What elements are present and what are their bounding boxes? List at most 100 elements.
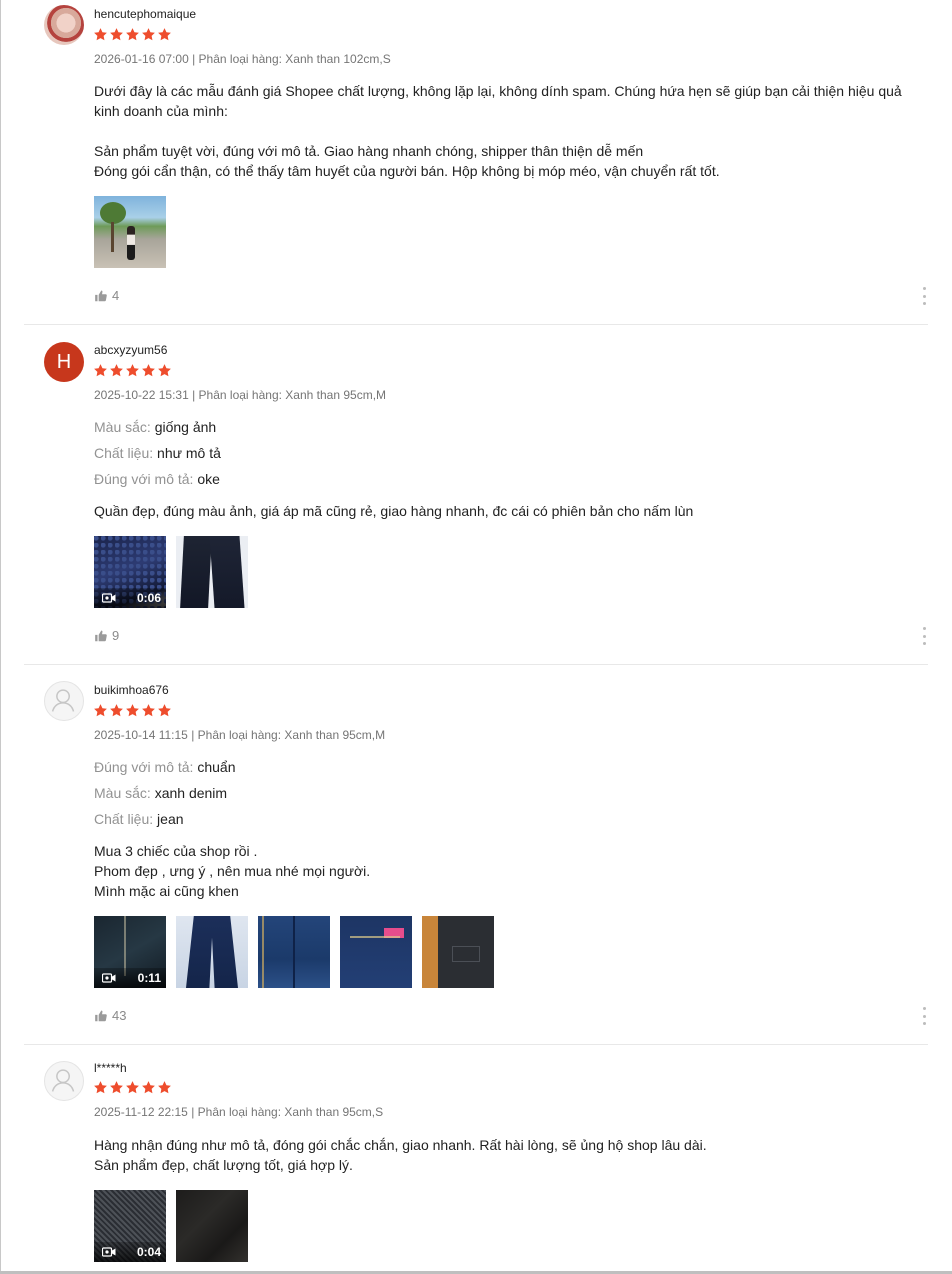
review-item: H abcxyzyum56 2025-10-22 15:31 | Phân lo… (24, 325, 928, 665)
review-text-line: Đóng gói cẩn thận, có thể thấy tâm huyết… (94, 163, 720, 179)
attribute-key: Đúng với mô tả: (94, 471, 194, 487)
attribute-value: giống ảnh (154, 419, 217, 435)
star-icon (126, 1081, 139, 1094)
star-icon (110, 1081, 123, 1094)
avatar[interactable] (44, 5, 84, 45)
attribute-value: jean (157, 811, 184, 827)
username[interactable]: hencutephomaique (94, 7, 196, 21)
username[interactable]: buikimhoa676 (94, 683, 169, 697)
attribute-key: Chất liệu: (94, 445, 154, 461)
review-photo[interactable] (176, 1190, 248, 1262)
review-photo[interactable] (258, 916, 330, 988)
review-text-line: Sản phẩm tuyệt vời, đúng với mô tả. Giao… (94, 143, 644, 159)
review-text-line: Mình mặc ai cũng khen (94, 883, 239, 899)
like-button[interactable]: 4 (94, 288, 119, 303)
review-text-line: Phom đẹp , ưng ý , nên mua nhé mọi người… (94, 863, 371, 879)
review-text-line: Mua 3 chiếc của shop rồi . (94, 843, 258, 859)
like-count: 4 (112, 288, 120, 303)
avatar[interactable]: H (44, 342, 84, 382)
video-duration: 0:04 (136, 1245, 161, 1259)
review-media: 0:11 (94, 916, 494, 988)
review-item: buikimhoa676 2025-10-14 11:15 | Phân loạ… (24, 665, 928, 1045)
attribute-value: xanh denim (154, 785, 228, 801)
review-text-line (94, 121, 914, 141)
star-icon (142, 704, 155, 717)
more-vertical-icon[interactable] (920, 627, 928, 645)
star-icon (158, 364, 171, 377)
attribute-row: Màu sắc: xanh denim (94, 785, 227, 801)
review-photo[interactable] (94, 196, 166, 268)
review-video[interactable]: 0:04 (94, 1190, 166, 1262)
review-meta: 2025-11-12 22:15 | Phân loại hàng: Xanh … (94, 1105, 384, 1119)
review-text-line: kinh doanh của mình: (94, 103, 228, 119)
review-text: Dưới đây là các mẫu đánh giá Shopee chất… (94, 81, 914, 181)
video-camera-icon (102, 593, 116, 603)
attribute-value: như mô tả (157, 445, 221, 461)
review-date: 2025-10-14 11:15 (94, 728, 188, 742)
star-icon (126, 364, 139, 377)
review-meta: 2025-10-14 11:15 | Phân loại hàng: Xanh … (94, 728, 386, 742)
review-photo[interactable] (340, 916, 412, 988)
star-icon (142, 28, 155, 41)
review-photo[interactable] (422, 916, 494, 988)
star-icon (110, 704, 123, 717)
review-video[interactable]: 0:06 (94, 536, 166, 608)
star-icon (142, 1081, 155, 1094)
thumbs-up-icon (95, 1009, 107, 1021)
video-duration: 0:11 (137, 971, 161, 985)
review-text-line: Sản phẩm đẹp, chất lượng tốt, giá hợp lý… (94, 1157, 353, 1173)
attribute-value: oke (197, 471, 220, 487)
review-date: 2025-11-12 22:15 (94, 1105, 188, 1119)
star-icon (94, 1081, 107, 1094)
avatar[interactable] (44, 1061, 84, 1101)
thumbs-up-icon (95, 289, 107, 301)
star-rating (93, 27, 172, 43)
variation-value: Xanh than 102cm,S (285, 52, 391, 66)
attribute-key: Màu sắc: (94, 419, 151, 435)
video-camera-icon (102, 1247, 116, 1257)
like-button[interactable]: 43 (94, 1008, 126, 1023)
video-badge: 0:06 (94, 588, 166, 608)
like-count: 43 (112, 1008, 127, 1023)
review-item: l*****h 2025-11-12 22:15 | Phân loại hàn… (24, 1045, 928, 1271)
review-photo[interactable] (176, 916, 248, 988)
attribute-key: Đúng với mô tả: (94, 759, 194, 775)
more-vertical-icon[interactable] (920, 1007, 928, 1025)
star-icon (158, 704, 171, 717)
review-item: hencutephomaique 2026-01-16 07:00 | Phân… (24, 0, 928, 325)
username[interactable]: abcxyzyum56 (94, 343, 167, 357)
review-media: 0:06 (94, 536, 248, 608)
video-badge: 0:11 (94, 968, 166, 988)
star-icon (126, 28, 139, 41)
review-text-line: Dưới đây là các mẫu đánh giá Shopee chất… (94, 83, 902, 99)
review-meta: 2026-01-16 07:00 | Phân loại hàng: Xanh … (94, 52, 391, 66)
avatar[interactable] (44, 681, 84, 721)
star-icon (158, 1081, 171, 1094)
star-icon (94, 704, 107, 717)
variation-label: Phân loại hàng: (197, 1105, 282, 1119)
variation-value: Xanh than 95cm,S (284, 1105, 384, 1119)
window-left-border (0, 0, 1, 1274)
star-rating (93, 1080, 172, 1096)
like-button[interactable]: 9 (94, 628, 119, 643)
review-media (94, 196, 166, 268)
star-icon (94, 364, 107, 377)
username[interactable]: l*****h (94, 1061, 127, 1075)
star-icon (158, 28, 171, 41)
review-date: 2026-01-16 07:00 (94, 52, 189, 66)
star-icon (110, 28, 123, 41)
review-text: Quần đẹp, đúng màu ảnh, giá áp mã cũng r… (94, 501, 914, 521)
review-photo[interactable] (176, 536, 248, 608)
like-count: 9 (112, 628, 120, 643)
star-rating (93, 703, 172, 719)
user-silhouette-icon (51, 1069, 75, 1092)
variation-value: Xanh than 95cm,M (285, 388, 387, 402)
variation-value: Xanh than 95cm,M (284, 728, 386, 742)
attribute-key: Chất liệu: (94, 811, 154, 827)
review-video[interactable]: 0:11 (94, 916, 166, 988)
more-vertical-icon[interactable] (920, 287, 928, 305)
user-silhouette-icon (51, 689, 75, 712)
video-badge: 0:04 (94, 1242, 166, 1262)
review-text: Mua 3 chiếc của shop rồi . Phom đẹp , ưn… (94, 841, 914, 901)
review-date: 2025-10-22 15:31 (94, 388, 189, 402)
